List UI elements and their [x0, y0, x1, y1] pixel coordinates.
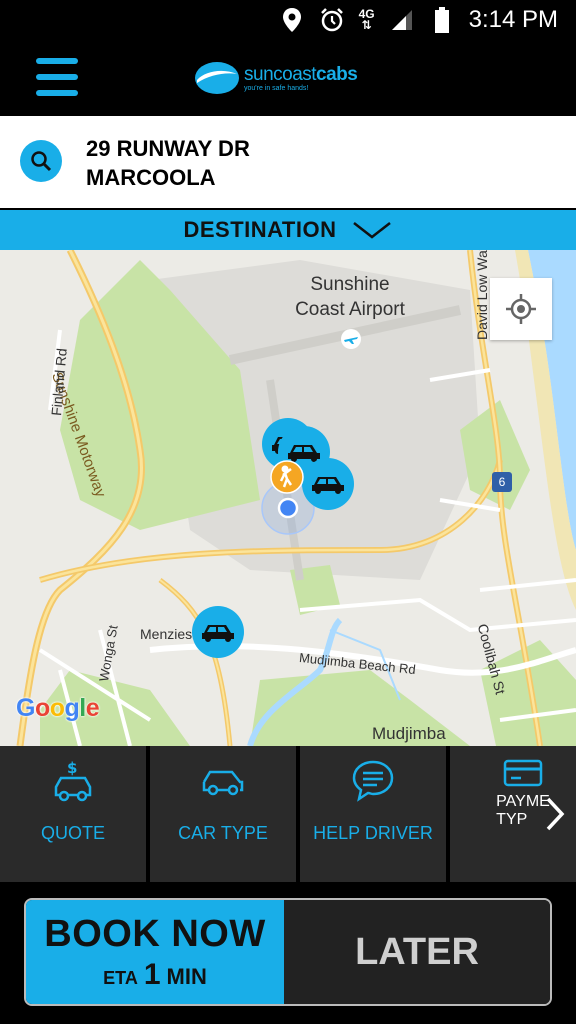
book-now-label: BOOK NOW	[44, 912, 266, 955]
car-icon	[312, 477, 344, 494]
status-bar: 4G ⇅ 3:14 PM	[0, 0, 576, 40]
airport-icon	[341, 329, 361, 349]
quote-button[interactable]: $ QUOTE	[0, 746, 146, 882]
road-label-david-low: David Low Way	[474, 250, 490, 340]
map-view[interactable]: Sunshine Coast Airport Sunshine Motorway…	[0, 250, 576, 746]
road-label-menzies: Menzies	[140, 626, 193, 642]
eta-display: ETA 1 MIN	[103, 957, 207, 991]
later-button[interactable]: LATER	[284, 900, 550, 1004]
search-icon[interactable]	[20, 140, 62, 182]
clock: 3:14 PM	[468, 6, 558, 33]
help-driver-label: HELP DRIVER	[313, 823, 433, 843]
logo-tagline: you're in safe hands!	[244, 84, 309, 92]
suncoast-cabs-logo: suncoastcabs you're in safe hands!	[194, 56, 394, 100]
booking-bar: BOOK NOW ETA 1 MIN LATER	[0, 882, 576, 1024]
car-type-button[interactable]: CAR TYPE	[150, 746, 296, 882]
pickup-person-icon	[270, 460, 304, 494]
chevron-down-icon	[353, 222, 392, 239]
pickup-address-line1: 29 RUNWAY DR	[86, 136, 250, 161]
my-location-icon[interactable]	[490, 278, 552, 340]
destination-dropdown[interactable]: DESTINATION	[0, 208, 576, 250]
svg-text:$: $	[67, 759, 77, 777]
destination-label: DESTINATION	[183, 217, 337, 242]
logo-name: suncoastcabs	[244, 63, 358, 85]
ride-options-bar: $ QUOTE CAR TYPE HELP DRIVER PAYME TYP	[0, 746, 576, 882]
later-label: LATER	[355, 930, 479, 973]
app-header: suncoastcabs you're in safe hands!	[0, 40, 576, 116]
nearby-car-marker[interactable]	[192, 606, 244, 658]
nearby-car-marker[interactable]	[302, 458, 354, 510]
battery-icon	[429, 7, 455, 33]
alarm-icon	[319, 7, 345, 33]
quote-label: QUOTE	[40, 823, 105, 843]
car-icon	[200, 758, 246, 804]
book-now-button[interactable]: BOOK NOW ETA 1 MIN	[26, 900, 284, 1004]
google-attribution: Google	[16, 694, 100, 722]
suburb-label-mudjimba: Mudjimba	[372, 724, 446, 743]
signal-icon	[389, 7, 415, 33]
pickup-address-line2: MARCOOLA	[86, 165, 216, 190]
chat-bubble-icon	[350, 758, 396, 804]
highway-shield: 6	[492, 472, 512, 492]
chevron-right-icon[interactable]	[540, 796, 570, 832]
location-pin-icon	[279, 7, 305, 33]
car-icon	[202, 625, 234, 642]
credit-card-icon	[503, 758, 543, 793]
pickup-address-field[interactable]: 29 RUNWAY DR MARCOOLA	[0, 116, 576, 208]
quote-car-dollar-icon: $	[50, 758, 96, 804]
help-driver-button[interactable]: HELP DRIVER	[300, 746, 446, 882]
booking-button-group: BOOK NOW ETA 1 MIN LATER	[24, 898, 552, 1006]
hamburger-menu-icon[interactable]	[36, 56, 78, 98]
logo-swoosh-icon	[195, 62, 239, 94]
pickup-address-text: 29 RUNWAY DR MARCOOLA	[86, 134, 250, 192]
car-type-label: CAR TYPE	[178, 823, 268, 843]
network-type: 4G ⇅	[358, 7, 375, 32]
airport-label: Sunshine Coast Airport	[295, 274, 405, 320]
